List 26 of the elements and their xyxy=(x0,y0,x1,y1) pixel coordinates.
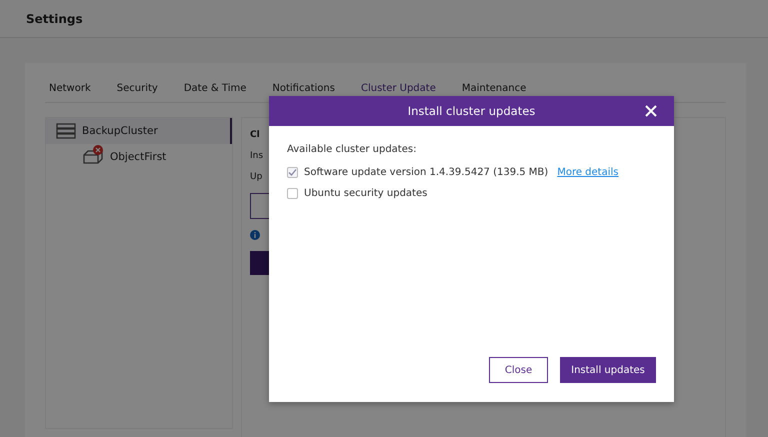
section-label: Available cluster updates: xyxy=(287,144,418,155)
server-icon xyxy=(56,123,76,139)
dialog-title: Install cluster updates xyxy=(408,104,536,118)
close-icon[interactable] xyxy=(645,105,657,117)
info-text: Up xyxy=(250,172,262,182)
storage-device-icon xyxy=(82,150,104,164)
tab[interactable]: Date & Time xyxy=(184,79,246,102)
tab[interactable]: Network xyxy=(49,79,91,102)
close-button[interactable]: Close xyxy=(489,357,548,383)
checkbox-label: Software update version 1.4.39.5427 (139.5 MB) xyxy=(304,167,548,178)
tab[interactable]: Maintenance xyxy=(462,79,526,102)
tree-item[interactable]: BackupCluster xyxy=(46,118,232,144)
details-link[interactable]: More details xyxy=(557,167,618,178)
info-text: Ins xyxy=(250,151,264,161)
install-button[interactable]: Install updates xyxy=(560,357,656,383)
section-heading: Cl xyxy=(250,130,260,140)
checkbox[interactable] xyxy=(287,167,298,178)
page-title: Settings xyxy=(26,12,83,26)
info-icon xyxy=(250,230,260,240)
error-badge-icon xyxy=(93,145,103,155)
checkbox[interactable] xyxy=(287,188,298,199)
tree-item[interactable]: ObjectFirst xyxy=(46,144,232,170)
tab[interactable]: Cluster Update xyxy=(360,79,436,102)
tab[interactable]: Notifications xyxy=(272,79,335,102)
checkbox-label: Ubuntu security updates xyxy=(304,188,428,199)
tab[interactable]: Security xyxy=(116,79,158,102)
